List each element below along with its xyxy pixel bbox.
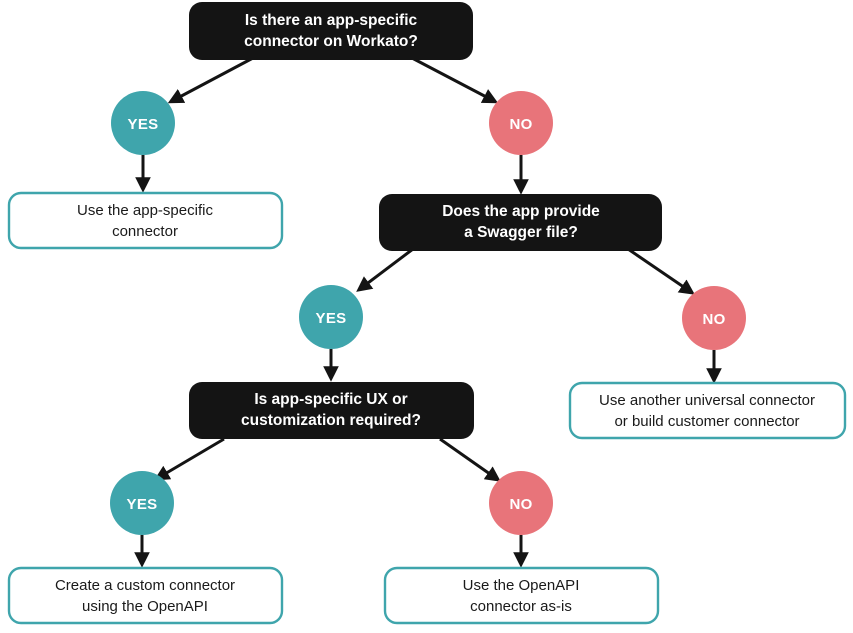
outcome-3-line-2: using the OpenAPI	[82, 598, 208, 615]
question-3-line-1: Is app-specific UX or	[254, 391, 407, 408]
decision-yes-1: YES	[111, 91, 175, 155]
question-1-line-1: Is there an app-specific	[245, 12, 418, 29]
decision-no-1: NO	[489, 91, 553, 155]
question-2-line-1: Does the app provide	[442, 203, 600, 220]
no-1-label: NO	[509, 116, 532, 133]
decision-yes-3: YES	[110, 471, 174, 535]
yes-1-label: YES	[128, 116, 159, 133]
outcome-node-3: Create a custom connector using the Open…	[7, 566, 284, 625]
flowchart-svg: Is there an app-specific connector on Wo…	[7, 2, 847, 625]
yes-2-label: YES	[316, 310, 347, 327]
question-node-3: Is app-specific UX or customization requ…	[189, 382, 474, 439]
outcome-4-line-2: connector as-is	[470, 598, 572, 615]
outcome-node-2: Use another universal connector or build…	[568, 381, 847, 440]
arrow-q3-to-no3	[439, 437, 501, 482]
flowchart-canvas: Is there an app-specific connector on Wo…	[0, 0, 853, 633]
outcome-node-4: Use the OpenAPI connector as-is	[383, 566, 660, 625]
question-3-line-2: customization required?	[241, 412, 421, 429]
decision-no-3: NO	[489, 471, 553, 535]
outcome-4-line-1: Use the OpenAPI	[463, 577, 580, 594]
outcome-1-line-1: Use the app-specific	[77, 202, 213, 219]
outcome-2-line-2: or build customer connector	[614, 413, 799, 430]
outcome-3-line-1: Create a custom connector	[55, 577, 235, 594]
decision-no-2: NO	[682, 286, 746, 350]
arrow-q1-to-no1	[411, 56, 499, 104]
arrow-q3-to-yes3	[153, 437, 225, 481]
question-2-line-2: a Swagger file?	[464, 224, 578, 241]
connector-arrows	[134, 56, 722, 568]
no-2-label: NO	[702, 311, 725, 328]
outcome-1-line-2: connector	[112, 223, 178, 240]
outcome-node-1: Use the app-specific connector	[7, 191, 284, 250]
arrow-q2-to-no2	[627, 247, 695, 295]
question-1-box	[189, 2, 473, 60]
arrow-q2-to-yes2	[356, 247, 414, 292]
yes-3-label: YES	[127, 496, 158, 513]
question-node-1: Is there an app-specific connector on Wo…	[189, 2, 473, 60]
outcome-2-line-1: Use another universal connector	[599, 392, 815, 409]
arrow-q1-to-yes1	[167, 56, 254, 104]
no-3-label: NO	[509, 496, 532, 513]
decision-yes-2: YES	[299, 285, 363, 349]
question-1-line-2: connector on Workato?	[244, 33, 418, 50]
question-node-2: Does the app provide a Swagger file?	[379, 194, 662, 251]
